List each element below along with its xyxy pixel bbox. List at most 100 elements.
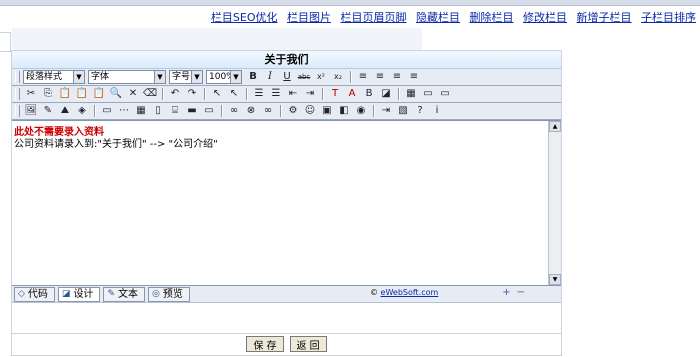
toolbar-separator: [221, 105, 223, 117]
font-family-select[interactable]: 字体 ▼: [88, 70, 166, 84]
editor-panel: 关于我们 段落样式 ▼ 字体 ▼ 字号 ▼ 100% ▼ B I U abc x…: [11, 50, 562, 356]
align-center-button[interactable]: ≡: [372, 70, 388, 84]
save-button[interactable]: 保 存: [246, 336, 284, 352]
link-edit[interactable]: 修改栏目: [523, 11, 567, 24]
paste-icon[interactable]: 📋: [57, 87, 73, 101]
symbol-icon[interactable]: ◉: [353, 104, 369, 118]
panel-title: 关于我们: [12, 51, 561, 69]
mode-tab-design[interactable]: ◪ 设计: [57, 286, 101, 302]
info-icon[interactable]: i: [429, 104, 445, 118]
paragraph-style-select[interactable]: 段落样式 ▼: [23, 70, 85, 84]
bold-button[interactable]: B: [245, 70, 261, 84]
marquee-icon[interactable]: ▭: [201, 104, 217, 118]
back-button[interactable]: 返 回: [289, 336, 327, 352]
link-header-footer[interactable]: 栏目页眉页脚: [341, 11, 407, 24]
design-icon: ◪: [61, 288, 71, 299]
zoom-select[interactable]: 100% ▼: [206, 70, 242, 84]
hr-icon[interactable]: ▬: [184, 104, 200, 118]
editor-content-area[interactable]: 此处不需要录入资料 公司资料请录入到:"关于我们" --> "公司介绍" ▲ ▼: [12, 120, 561, 286]
toolbar-grip: [15, 88, 20, 100]
italic-button[interactable]: I: [262, 70, 278, 84]
ordered-list-icon[interactable]: ☰: [251, 87, 267, 101]
table-icon[interactable]: ▭: [99, 104, 115, 118]
toolbar-separator: [204, 88, 206, 100]
copyright-link[interactable]: eWebSoft.com: [381, 288, 439, 297]
outdent-icon[interactable]: ⇤: [285, 87, 301, 101]
font-color-icon[interactable]: T: [327, 87, 343, 101]
copyright-symbol: ©: [370, 288, 378, 297]
shrink-icon[interactable]: −: [517, 287, 531, 298]
scroll-up-icon[interactable]: ▲: [549, 121, 561, 132]
mode-tab-preview[interactable]: ◎ 预览: [147, 286, 190, 302]
superscript-button[interactable]: x²: [313, 70, 329, 84]
paste-word-icon[interactable]: 📋: [91, 87, 107, 101]
expand-icon[interactable]: +: [502, 287, 516, 298]
toolbar-separator: [280, 105, 282, 117]
toolbar-grip: [15, 105, 20, 117]
help-icon[interactable]: ?: [412, 104, 428, 118]
special-char-icon[interactable]: ⚙: [285, 104, 301, 118]
align-left-button[interactable]: ≡: [355, 70, 371, 84]
file-icon[interactable]: ◈: [74, 104, 90, 118]
unordered-list-icon[interactable]: ☰: [268, 87, 284, 101]
font-size-select[interactable]: 字号 ▼: [169, 70, 203, 84]
chevron-down-icon: ▼: [73, 71, 84, 83]
delete-icon[interactable]: ✕: [125, 87, 141, 101]
editor-size-controls: +−: [502, 287, 531, 298]
link-hide[interactable]: 隐藏栏目: [416, 11, 460, 24]
highlight-color-icon[interactable]: A: [344, 87, 360, 101]
anchor-icon[interactable]: ∞: [260, 104, 276, 118]
bg-color-icon[interactable]: B: [361, 87, 377, 101]
align-right-button[interactable]: ≡: [389, 70, 405, 84]
subscript-button[interactable]: x₂: [330, 70, 346, 84]
align-justify-button[interactable]: ≡: [406, 70, 422, 84]
vertical-scrollbar[interactable]: ▲ ▼: [548, 121, 561, 285]
mode-tab-text[interactable]: ✎ 文本: [103, 286, 145, 302]
eraser-icon[interactable]: ⌫: [142, 87, 158, 101]
frame-icon[interactable]: ▯: [150, 104, 166, 118]
mode-label: 代码: [27, 288, 48, 300]
toolbar-separator: [398, 88, 400, 100]
form-icon[interactable]: ⋯: [116, 104, 132, 118]
media-icon[interactable]: ⛰: [57, 104, 73, 118]
page-icon[interactable]: ⌸: [167, 104, 183, 118]
select-all-icon[interactable]: ↖: [209, 87, 225, 101]
copyright: © eWebSoft.com: [370, 288, 438, 297]
template-icon[interactable]: ◧: [336, 104, 352, 118]
fullscreen-icon[interactable]: ▧: [395, 104, 411, 118]
import-icon[interactable]: ⇥: [378, 104, 394, 118]
unlink-icon[interactable]: ⊗: [243, 104, 259, 118]
grid-icon[interactable]: ▦: [133, 104, 149, 118]
copy-icon[interactable]: ⎘: [40, 87, 56, 101]
absolute-position-icon[interactable]: ▦: [403, 87, 419, 101]
link-icon[interactable]: ∞: [226, 104, 242, 118]
spacer-row: [12, 303, 561, 334]
emoticon-icon[interactable]: ☺: [302, 104, 318, 118]
link-seo[interactable]: 栏目SEO优化: [211, 11, 278, 24]
link-sort-sub[interactable]: 子栏目排序: [641, 11, 696, 24]
mode-tab-code[interactable]: ◇ 代码: [14, 286, 55, 302]
paste-text-icon[interactable]: 📋: [74, 87, 90, 101]
find-icon[interactable]: 🔍: [108, 87, 124, 101]
strikethrough-button[interactable]: abc: [296, 70, 312, 84]
deselect-icon[interactable]: ↖: [226, 87, 242, 101]
mode-label: 文本: [117, 288, 138, 300]
text-icon: ✎: [107, 288, 115, 299]
indent-icon[interactable]: ⇥: [302, 87, 318, 101]
cut-icon[interactable]: ✂: [23, 87, 39, 101]
chevron-down-icon: ▼: [154, 71, 165, 83]
scroll-down-icon[interactable]: ▼: [549, 274, 561, 285]
link-add-sub[interactable]: 新增子栏目: [577, 11, 632, 24]
backward-icon[interactable]: ▭: [437, 87, 453, 101]
link-images[interactable]: 栏目图片: [287, 11, 331, 24]
chevron-down-icon: ▼: [230, 71, 241, 83]
link-delete[interactable]: 删除栏目: [470, 11, 514, 24]
excel-icon[interactable]: ▣: [319, 104, 335, 118]
format-brush-icon[interactable]: ◪: [378, 87, 394, 101]
undo-icon[interactable]: ↶: [167, 87, 183, 101]
flash-icon[interactable]: ✎: [40, 104, 56, 118]
redo-icon[interactable]: ↷: [184, 87, 200, 101]
forward-icon[interactable]: ▭: [420, 87, 436, 101]
underline-button[interactable]: U: [279, 70, 295, 84]
image-icon[interactable]: 🖼: [23, 104, 39, 118]
